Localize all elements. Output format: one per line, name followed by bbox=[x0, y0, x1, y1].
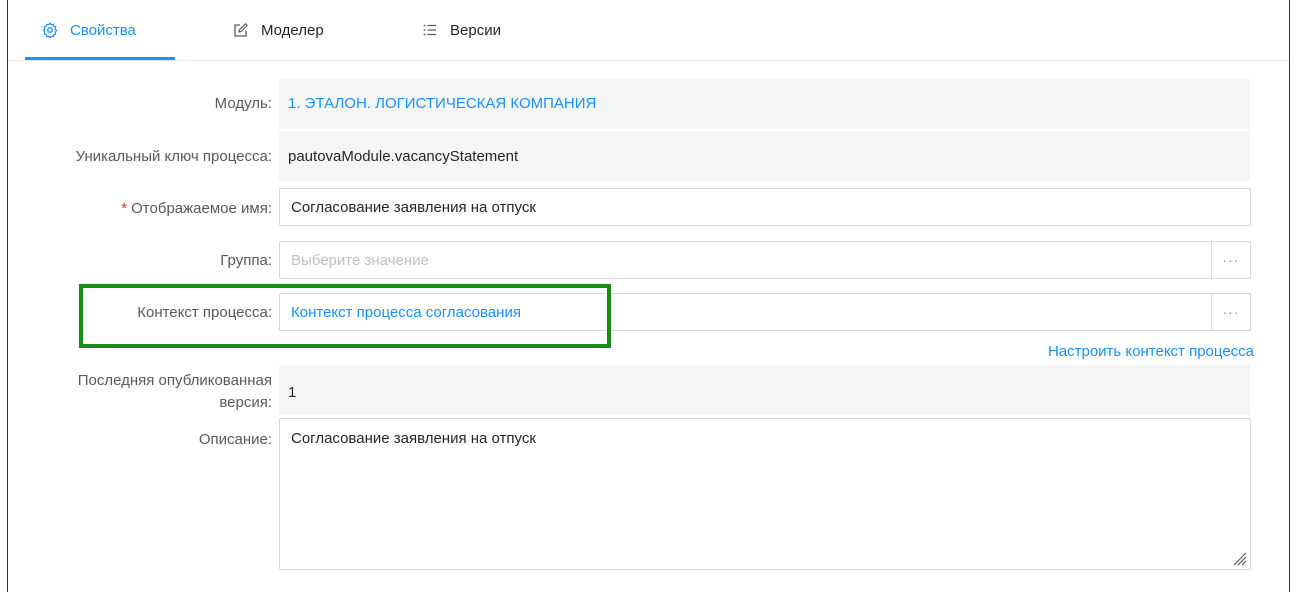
edit-icon bbox=[232, 21, 250, 39]
last-version-label: Последняя опубликованная версия: bbox=[78, 370, 272, 414]
last-version-value: 1 bbox=[288, 384, 297, 401]
tab-modeler-label: Моделер bbox=[261, 21, 324, 39]
tab-modeler[interactable]: Моделер bbox=[232, 0, 324, 60]
context-browse-button[interactable]: ··· bbox=[1211, 293, 1251, 331]
module-label: Модуль: bbox=[214, 95, 272, 112]
description-textarea[interactable]: Согласование заявления на отпуск bbox=[279, 418, 1251, 570]
tab-versions[interactable]: Версии bbox=[421, 0, 501, 60]
context-highlight-box bbox=[79, 284, 611, 348]
tab-versions-label: Версии bbox=[450, 21, 501, 39]
resize-handle-icon[interactable] bbox=[1231, 550, 1247, 566]
display-name-label: * Отображаемое имя: bbox=[121, 199, 272, 218]
properties-panel: Свойства Моделер Версии Модуль: 1. ЭТАЛО… bbox=[7, 0, 1290, 592]
display-name-label-text: Отображаемое имя: bbox=[131, 200, 272, 217]
unique-key-value: pautovaModule.vacancyStatement bbox=[288, 148, 519, 165]
description-label: Описание: bbox=[198, 431, 272, 448]
list-icon bbox=[421, 21, 439, 39]
group-browse-button[interactable]: ··· bbox=[1211, 241, 1251, 279]
module-field: 1. ЭТАЛОН. ЛОГИСТИЧЕСКАЯ КОМПАНИЯ bbox=[279, 79, 1250, 129]
configure-context-link[interactable]: Настроить контекст процесса bbox=[1048, 343, 1254, 360]
display-name-value: Согласование заявления на отпуск bbox=[291, 199, 536, 216]
last-version-label-line1: Последняя опубликованная bbox=[77, 372, 272, 389]
tab-properties-label: Свойства bbox=[70, 21, 136, 39]
group-placeholder: Выберите значение bbox=[291, 252, 429, 269]
tab-properties[interactable]: Свойства bbox=[41, 0, 136, 60]
module-link[interactable]: 1. ЭТАЛОН. ЛОГИСТИЧЕСКАЯ КОМПАНИЯ bbox=[288, 94, 596, 113]
group-label: Группа: bbox=[220, 252, 272, 269]
group-select[interactable]: Выберите значение ··· bbox=[279, 241, 1251, 279]
description-value: Согласование заявления на отпуск bbox=[291, 430, 536, 447]
required-mark: * bbox=[121, 200, 128, 217]
gear-icon bbox=[41, 21, 59, 39]
display-name-input[interactable]: Согласование заявления на отпуск bbox=[279, 188, 1251, 226]
last-version-field: 1 bbox=[279, 365, 1250, 415]
active-tab-indicator bbox=[25, 57, 175, 60]
last-version-label-line2: версия: bbox=[219, 394, 272, 411]
unique-key-label: Уникальный ключ процесса: bbox=[75, 148, 272, 165]
tab-bar: Свойства Моделер Версии bbox=[8, 0, 1289, 61]
unique-key-field: pautovaModule.vacancyStatement bbox=[279, 131, 1250, 181]
